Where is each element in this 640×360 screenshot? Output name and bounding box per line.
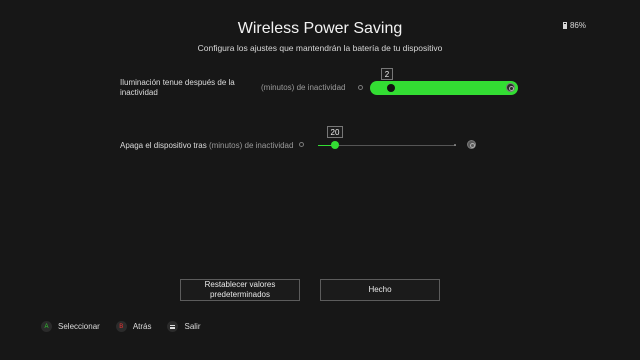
page-subtitle: Configura los ajustes que mantendrán la … — [197, 43, 443, 53]
dim-slider[interactable] — [370, 81, 518, 95]
max-icon — [506, 83, 515, 92]
off-slider[interactable] — [318, 141, 456, 149]
controller-hints: A Seleccionar B Atrás Salir — [41, 321, 217, 332]
page-title: Wireless Power Saving — [237, 20, 403, 37]
dim-setting-label: Iluminación tenue después de la inactivi… — [120, 78, 260, 98]
dim-label-line1: Iluminación tenue después de la — [120, 78, 235, 87]
hint-back-label: Atrás — [132, 322, 152, 331]
off-setting-label: Apaga el dispositivo tras (minutos) de i… — [120, 141, 293, 151]
b-button-icon: B — [115, 321, 127, 332]
done-button[interactable]: Hecho — [320, 279, 440, 301]
min-icon — [299, 142, 304, 147]
off-slider-knob[interactable] — [330, 141, 339, 149]
dim-unit-label: (minutos) de inactividad — [261, 83, 346, 92]
off-label-main: Apaga el dispositivo tras — [120, 141, 207, 150]
hint-back: B Atrás — [115, 321, 152, 332]
hint-select-label: Seleccionar — [58, 322, 100, 331]
hint-select: A Seleccionar — [41, 321, 100, 332]
off-value-box: 20 — [327, 126, 343, 138]
menu-button-icon — [167, 321, 179, 332]
slider-end-tick — [454, 144, 456, 146]
a-button-icon: A — [41, 321, 52, 332]
dim-label-line2: inactividad — [120, 88, 158, 97]
hint-exit: Salir — [167, 321, 201, 332]
reset-defaults-button[interactable]: Restablecer valores predeterminados — [180, 279, 300, 301]
max-icon — [467, 140, 476, 149]
dim-slider-knob[interactable] — [387, 84, 396, 92]
min-icon — [358, 85, 363, 90]
reset-label-line1: Restablecer valores — [204, 280, 276, 289]
off-label-unit: (minutos) de inactividad — [208, 141, 294, 150]
hint-exit-label: Salir — [184, 322, 201, 331]
reset-label-line2: predeterminados — [209, 290, 271, 299]
dim-value-box: 2 — [381, 68, 393, 80]
